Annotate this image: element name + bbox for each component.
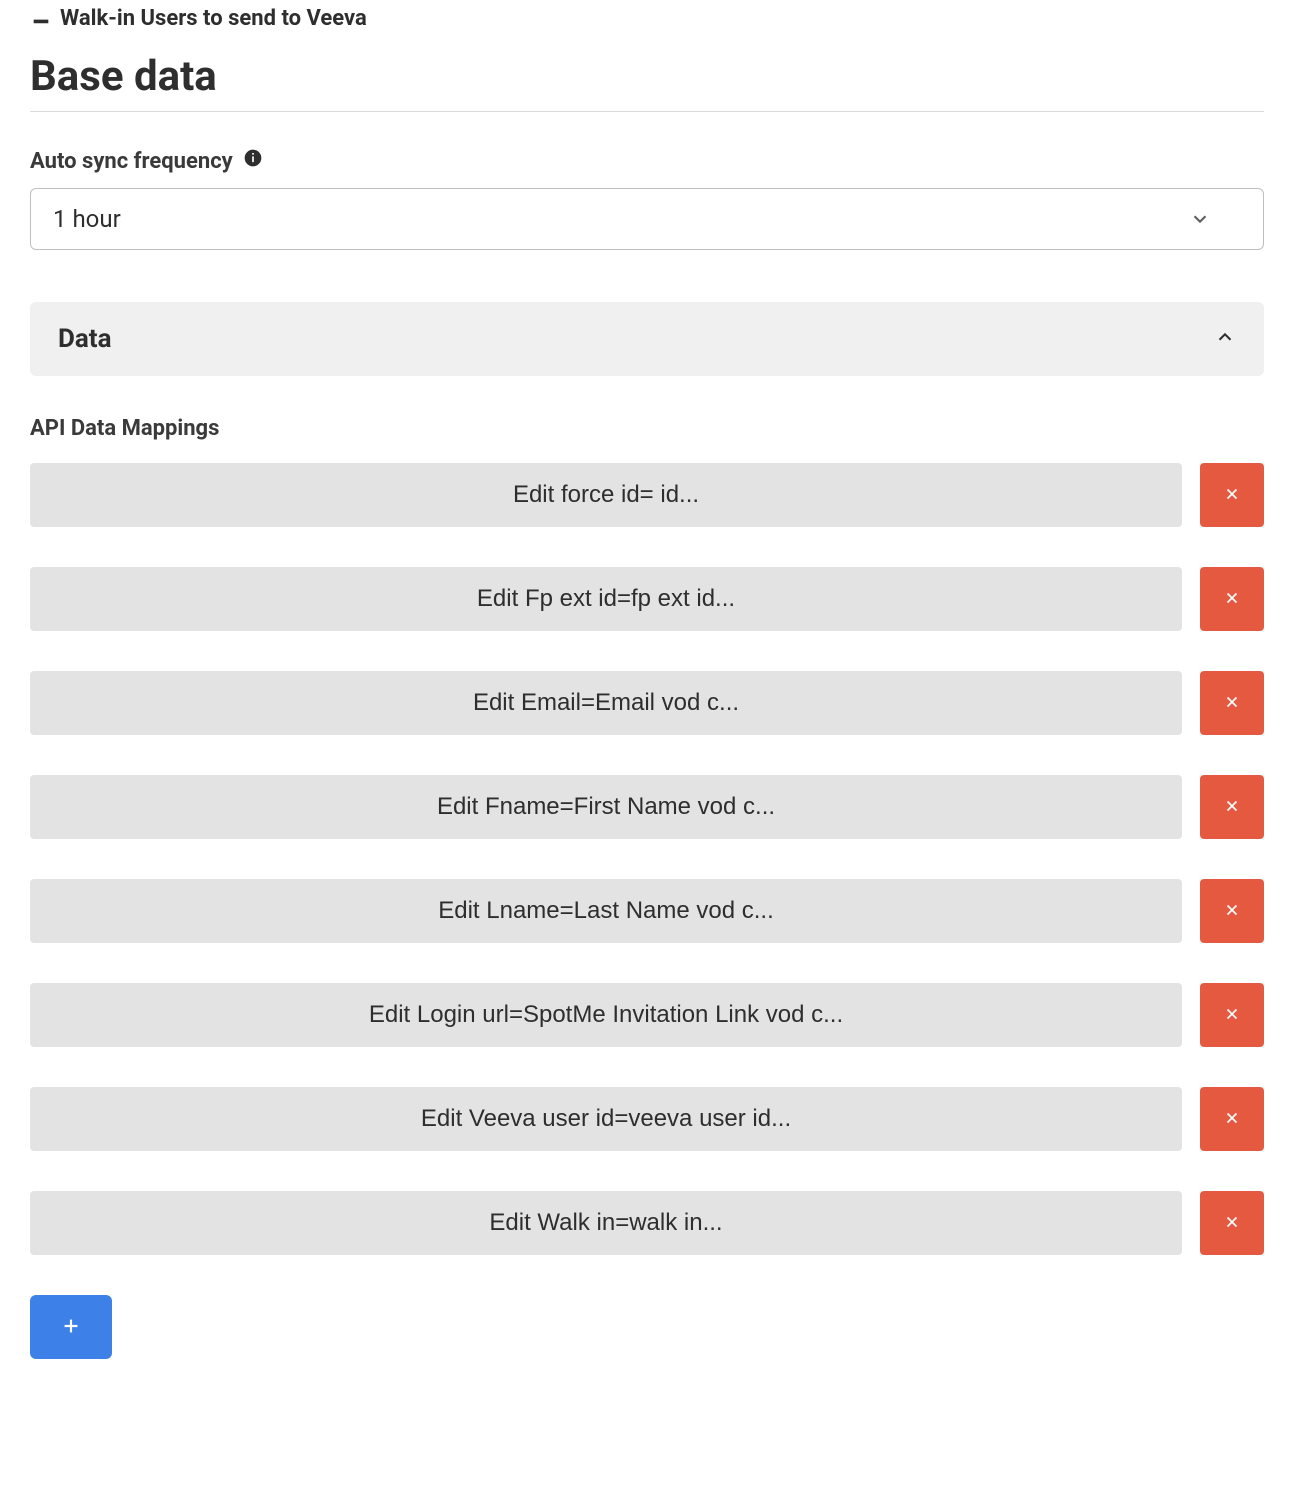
edit-mapping-button[interactable]: Edit Fname=First Name vod c...: [30, 775, 1182, 839]
edit-mapping-button[interactable]: Edit force id= id...: [30, 463, 1182, 527]
sync-frequency-select[interactable]: 1 hour: [30, 188, 1264, 250]
delete-mapping-button[interactable]: [1200, 879, 1264, 943]
close-icon: [1223, 901, 1241, 922]
close-icon: [1223, 1005, 1241, 1026]
mapping-row: Edit Fp ext id=fp ext id...: [30, 567, 1264, 631]
mapping-row: Edit Veeva user id=veeva user id...: [30, 1087, 1264, 1151]
sync-frequency-label: Auto sync frequency: [30, 148, 1264, 174]
close-icon: [1223, 485, 1241, 506]
mapping-row: Edit Lname=Last Name vod c...: [30, 879, 1264, 943]
close-icon: [1223, 797, 1241, 818]
divider: [30, 111, 1264, 112]
delete-mapping-button[interactable]: [1200, 775, 1264, 839]
mapping-row: Edit Walk in=walk in...: [30, 1191, 1264, 1255]
data-accordion-header[interactable]: Data: [30, 302, 1264, 376]
plus-icon: [60, 1315, 82, 1340]
chevron-down-icon: [1189, 208, 1211, 230]
mapping-row: Edit Login url=SpotMe Invitation Link vo…: [30, 983, 1264, 1047]
chevron-up-icon: [1214, 326, 1236, 352]
edit-mapping-button[interactable]: Edit Login url=SpotMe Invitation Link vo…: [30, 983, 1182, 1047]
delete-mapping-button[interactable]: [1200, 983, 1264, 1047]
close-icon: [1223, 1213, 1241, 1234]
delete-mapping-button[interactable]: [1200, 1087, 1264, 1151]
close-icon: [1223, 589, 1241, 610]
delete-mapping-button[interactable]: [1200, 463, 1264, 527]
download-icon: [30, 4, 52, 32]
info-icon[interactable]: [243, 148, 263, 174]
mapping-row: Edit force id= id...: [30, 463, 1264, 527]
delete-mapping-button[interactable]: [1200, 671, 1264, 735]
edit-mapping-button[interactable]: Edit Walk in=walk in...: [30, 1191, 1182, 1255]
sync-frequency-label-text: Auto sync frequency: [30, 149, 233, 174]
mapping-row: Edit Email=Email vod c...: [30, 671, 1264, 735]
add-mapping-button[interactable]: [30, 1295, 112, 1359]
data-accordion-title: Data: [58, 324, 112, 354]
page-title: Base data: [30, 52, 1264, 101]
delete-mapping-button[interactable]: [1200, 1191, 1264, 1255]
breadcrumb-text: Walk-in Users to send to Veeva: [60, 6, 367, 31]
edit-mapping-button[interactable]: Edit Veeva user id=veeva user id...: [30, 1087, 1182, 1151]
edit-mapping-button[interactable]: Edit Lname=Last Name vod c...: [30, 879, 1182, 943]
edit-mapping-button[interactable]: Edit Fp ext id=fp ext id...: [30, 567, 1182, 631]
mapping-row: Edit Fname=First Name vod c...: [30, 775, 1264, 839]
close-icon: [1223, 1109, 1241, 1130]
api-mappings-label: API Data Mappings: [30, 416, 1264, 441]
close-icon: [1223, 693, 1241, 714]
edit-mapping-button[interactable]: Edit Email=Email vod c...: [30, 671, 1182, 735]
breadcrumb: Walk-in Users to send to Veeva: [30, 0, 1264, 32]
sync-frequency-value: 1 hour: [53, 205, 121, 233]
delete-mapping-button[interactable]: [1200, 567, 1264, 631]
